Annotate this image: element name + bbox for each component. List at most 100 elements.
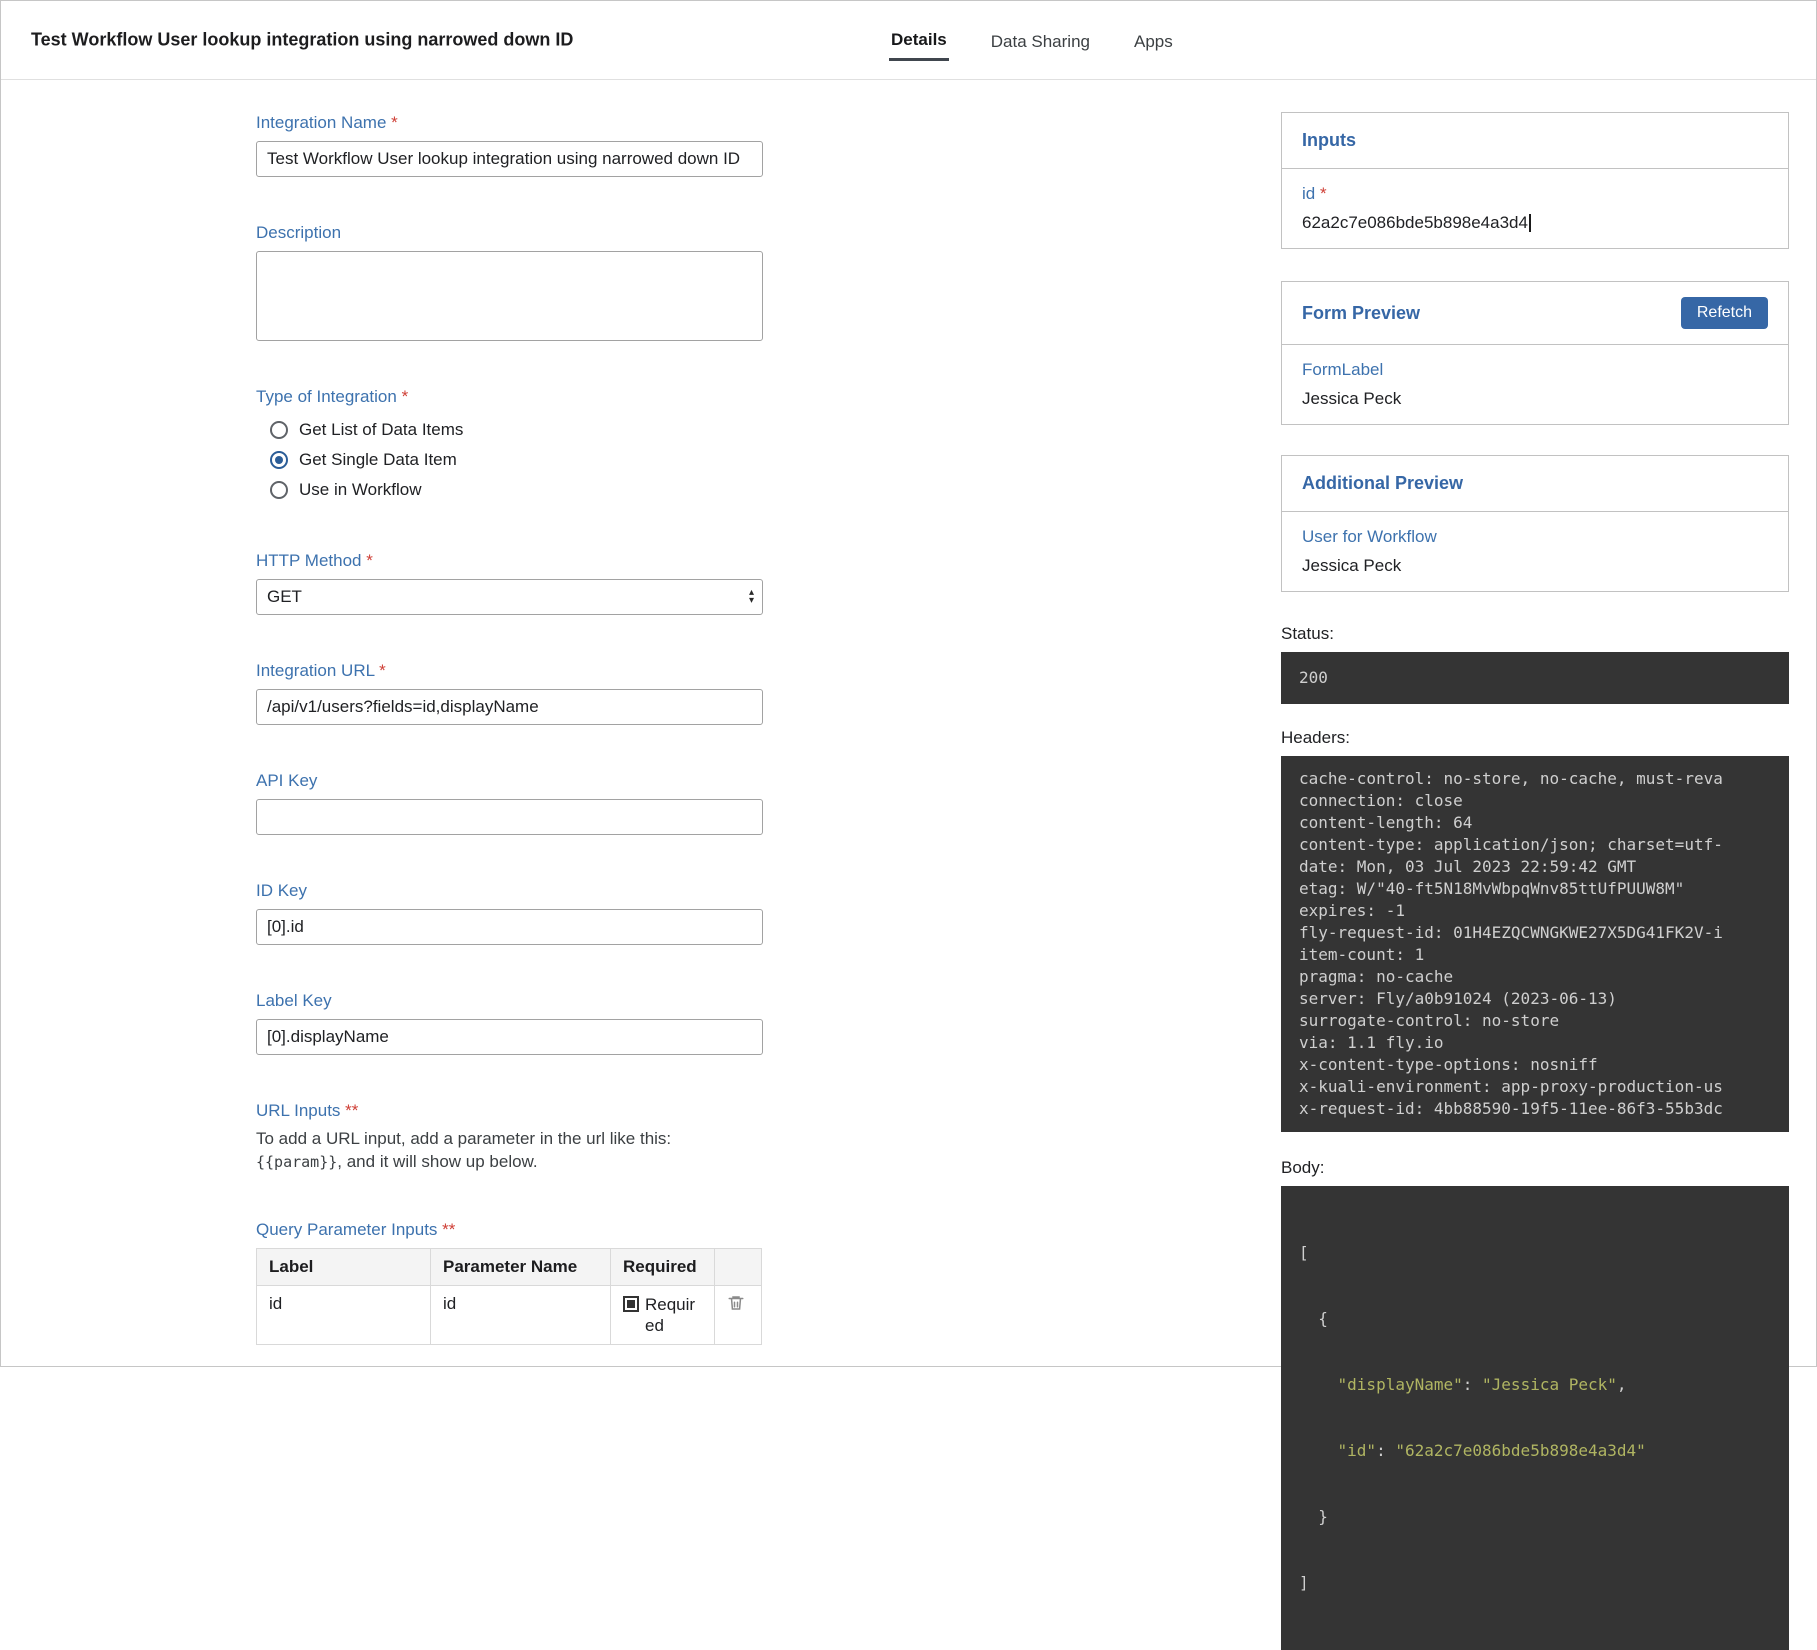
tab-details[interactable]: Details bbox=[889, 20, 949, 61]
refetch-button[interactable]: Refetch bbox=[1681, 297, 1768, 329]
param-required-cell: Required bbox=[611, 1286, 715, 1345]
param-actions-cell bbox=[715, 1286, 762, 1345]
required-asterisk: * bbox=[391, 113, 398, 132]
json-key: "id" bbox=[1338, 1441, 1377, 1460]
inputs-card-body: id * 62a2c7e086bde5b898e4a3d4 bbox=[1282, 169, 1788, 248]
integration-name-input[interactable] bbox=[256, 141, 763, 177]
text-cursor bbox=[1529, 214, 1531, 232]
api-key-input[interactable] bbox=[256, 799, 763, 835]
preview-sidebar: Inputs id * 62a2c7e086bde5b898e4a3d4 For… bbox=[1281, 112, 1789, 1650]
additional-preview-card-body: User for Workflow Jessica Peck bbox=[1282, 512, 1788, 591]
required-asterisk: * bbox=[366, 551, 373, 570]
radio-use-in-workflow[interactable]: Use in Workflow bbox=[256, 475, 763, 505]
form-preview-card: Form Preview Refetch FormLabel Jessica P… bbox=[1281, 281, 1789, 425]
query-parameters-table: Label Parameter Name Required id id Requ… bbox=[256, 1248, 762, 1345]
additional-preview-card: Additional Preview User for Workflow Jes… bbox=[1281, 455, 1789, 592]
form-label-field-value: Jessica Peck bbox=[1302, 389, 1768, 409]
http-method-label: HTTP Method * bbox=[256, 551, 763, 571]
type-of-integration-label: Type of Integration * bbox=[256, 387, 763, 407]
required-checkbox[interactable] bbox=[623, 1296, 639, 1312]
tab-data-sharing[interactable]: Data Sharing bbox=[989, 22, 1092, 60]
user-for-workflow-label: User for Workflow bbox=[1302, 527, 1768, 547]
column-header-required: Required bbox=[611, 1249, 715, 1286]
response-body-console: [ { "displayName": "Jessica Peck", "id":… bbox=[1281, 1186, 1789, 1650]
column-header-parameter-name: Parameter Name bbox=[431, 1249, 611, 1286]
radio-get-list-of-data-items[interactable]: Get List of Data Items bbox=[256, 415, 763, 445]
description-label: Description bbox=[256, 223, 763, 243]
top-bar: Test Workflow User lookup integration us… bbox=[1, 1, 1816, 80]
type-of-integration-group: Type of Integration * Get List of Data I… bbox=[256, 387, 763, 505]
required-checkbox-label: Required bbox=[645, 1294, 702, 1336]
table-row: id id Required bbox=[257, 1286, 762, 1345]
input-id-field[interactable]: 62a2c7e086bde5b898e4a3d4 bbox=[1302, 213, 1768, 233]
required-double-asterisk: ** bbox=[442, 1220, 455, 1239]
integration-url-input[interactable] bbox=[256, 689, 763, 725]
radio-get-single-data-item[interactable]: Get Single Data Item bbox=[256, 445, 763, 475]
page-title: Test Workflow User lookup integration us… bbox=[31, 30, 573, 51]
integration-name-group: Integration Name * bbox=[256, 113, 763, 177]
trash-icon[interactable] bbox=[727, 1294, 745, 1312]
inputs-card-header: Inputs bbox=[1282, 113, 1788, 169]
form-preview-card-body: FormLabel Jessica Peck bbox=[1282, 345, 1788, 424]
query-parameter-inputs-label: Query Parameter Inputs ** bbox=[256, 1220, 763, 1240]
param-code-snippet: {{param}} bbox=[256, 1153, 337, 1171]
inputs-card-title: Inputs bbox=[1302, 130, 1356, 151]
radio-circle-icon[interactable] bbox=[270, 481, 288, 499]
form-preview-card-title: Form Preview bbox=[1302, 303, 1420, 324]
select-arrows-icon: ▴▾ bbox=[749, 589, 754, 605]
status-console: 200 bbox=[1281, 652, 1789, 704]
column-header-label: Label bbox=[257, 1249, 431, 1286]
input-id-label: id * bbox=[1302, 184, 1768, 204]
main-content: Integration Name * Description Type of I… bbox=[1, 81, 1816, 1366]
radio-circle-icon[interactable] bbox=[270, 421, 288, 439]
label-key-label: Label Key bbox=[256, 991, 763, 1011]
http-method-select[interactable]: GET ▴▾ bbox=[256, 579, 763, 615]
description-group: Description bbox=[256, 223, 763, 341]
radio-circle-selected-icon[interactable] bbox=[270, 451, 288, 469]
label-key-input[interactable] bbox=[256, 1019, 763, 1055]
param-name-cell[interactable]: id bbox=[431, 1286, 611, 1345]
radio-label: Get List of Data Items bbox=[299, 420, 463, 440]
headers-label: Headers: bbox=[1281, 728, 1789, 748]
json-key: "displayName" bbox=[1338, 1375, 1463, 1394]
required-double-asterisk: ** bbox=[345, 1101, 358, 1120]
id-key-group: ID Key bbox=[256, 881, 763, 945]
radio-label: Use in Workflow bbox=[299, 480, 422, 500]
user-for-workflow-value: Jessica Peck bbox=[1302, 556, 1768, 576]
required-asterisk: * bbox=[1320, 184, 1327, 203]
url-inputs-help-text: To add a URL input, add a parameter in t… bbox=[256, 1127, 763, 1174]
form-preview-card-header: Form Preview Refetch bbox=[1282, 282, 1788, 345]
form-label-field-label: FormLabel bbox=[1302, 360, 1768, 380]
api-key-group: API Key bbox=[256, 771, 763, 835]
id-key-label: ID Key bbox=[256, 881, 763, 901]
integration-url-label: Integration URL * bbox=[256, 661, 763, 681]
api-key-label: API Key bbox=[256, 771, 763, 791]
inputs-card: Inputs id * 62a2c7e086bde5b898e4a3d4 bbox=[1281, 112, 1789, 249]
url-inputs-group: URL Inputs ** To add a URL input, add a … bbox=[256, 1101, 763, 1174]
json-string-value: "62a2c7e086bde5b898e4a3d4" bbox=[1395, 1441, 1645, 1460]
column-header-actions bbox=[715, 1249, 762, 1286]
http-method-group: HTTP Method * GET ▴▾ bbox=[256, 551, 763, 615]
required-asterisk: * bbox=[402, 387, 409, 406]
integration-form: Integration Name * Description Type of I… bbox=[256, 113, 763, 1391]
id-key-input[interactable] bbox=[256, 909, 763, 945]
additional-preview-card-header: Additional Preview bbox=[1282, 456, 1788, 512]
query-parameter-inputs-group: Query Parameter Inputs ** Label Paramete… bbox=[256, 1220, 763, 1345]
http-method-value: GET bbox=[267, 587, 302, 607]
integration-url-group: Integration URL * bbox=[256, 661, 763, 725]
required-asterisk: * bbox=[379, 661, 386, 680]
headers-console: cache-control: no-store, no-cache, must-… bbox=[1281, 756, 1789, 1132]
description-textarea[interactable] bbox=[256, 251, 763, 341]
radio-label: Get Single Data Item bbox=[299, 450, 457, 470]
table-header-row: Label Parameter Name Required bbox=[257, 1249, 762, 1286]
tab-apps[interactable]: Apps bbox=[1132, 22, 1175, 60]
url-inputs-label: URL Inputs ** bbox=[256, 1101, 763, 1121]
label-key-group: Label Key bbox=[256, 991, 763, 1055]
body-label: Body: bbox=[1281, 1158, 1789, 1178]
param-label-cell[interactable]: id bbox=[257, 1286, 431, 1345]
json-string-value: "Jessica Peck" bbox=[1482, 1375, 1617, 1394]
status-label: Status: bbox=[1281, 624, 1789, 644]
integration-name-label: Integration Name * bbox=[256, 113, 763, 133]
tab-bar: Details Data Sharing Apps bbox=[889, 1, 1175, 80]
additional-preview-card-title: Additional Preview bbox=[1302, 473, 1463, 494]
